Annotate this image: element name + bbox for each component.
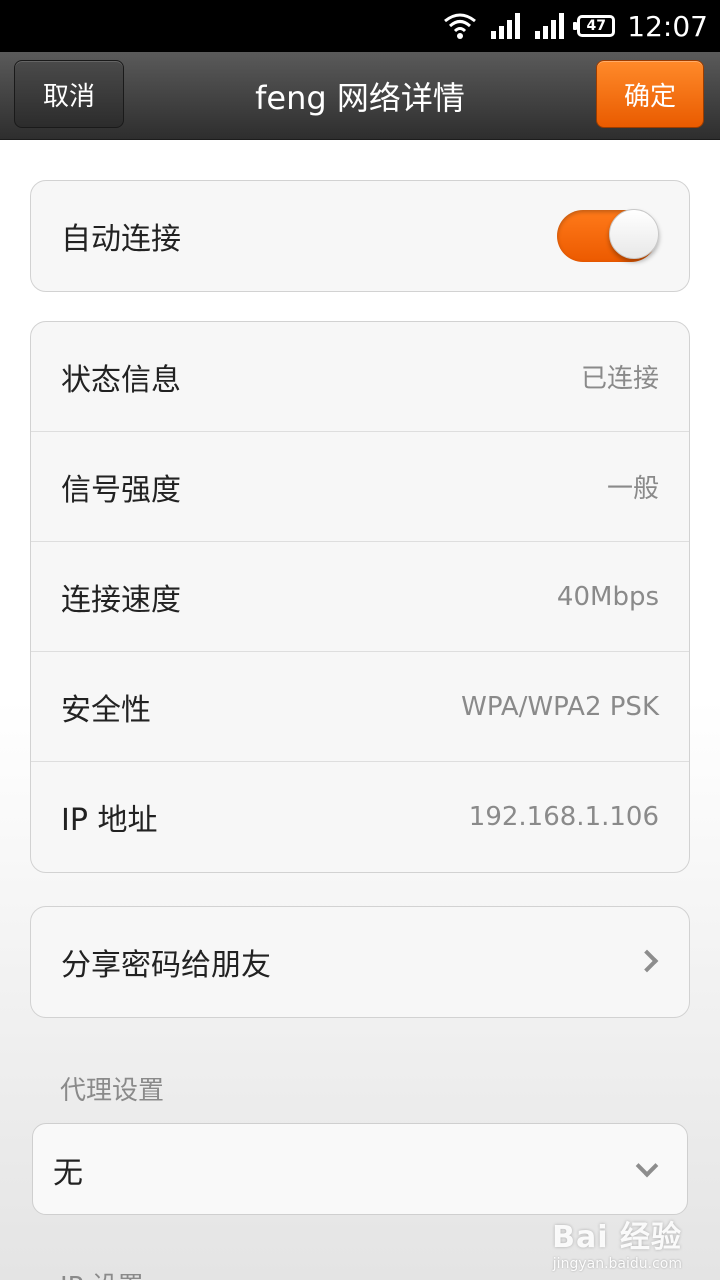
confirm-button[interactable]: 确定 <box>596 60 704 128</box>
signal-icon-sim1 <box>491 13 521 39</box>
detail-row-speed: 连接速度 40Mbps <box>31 542 689 652</box>
baidu-watermark: Bai 经验 jingyan.baidu.com <box>552 1212 682 1272</box>
ip-settings-section-label: IP 设置 <box>60 1266 144 1280</box>
detail-row-security: 安全性 WPA/WPA2 PSK <box>31 652 689 762</box>
watermark-url: jingyan.baidu.com <box>552 1256 682 1272</box>
signal-icon-sim2 <box>535 13 565 39</box>
toggle-knob[interactable] <box>609 209 659 259</box>
title-bar: 取消 feng 网络详情 确定 <box>0 52 720 140</box>
proxy-select[interactable]: 无 <box>32 1123 688 1215</box>
detail-label: 安全性 <box>61 692 151 728</box>
detail-label: IP 地址 <box>61 803 158 838</box>
battery-icon: 47 <box>573 15 616 37</box>
watermark-logo: Bai 经验 <box>552 1220 682 1255</box>
detail-row-ip: IP 地址 192.168.1.106 <box>31 762 689 872</box>
clock: 12:07 <box>627 9 708 43</box>
status-icons: 47 12:07 <box>443 6 708 46</box>
detail-value: 192.168.1.106 <box>468 802 659 832</box>
proxy-section-label: 代理设置 <box>60 1076 165 1106</box>
auto-connect-row[interactable]: 自动连接 <box>31 181 689 291</box>
network-details-card: 状态信息 已连接 信号强度 一般 连接速度 40Mbps 安全性 WPA/WPA… <box>30 321 690 873</box>
auto-connect-label: 自动连接 <box>61 222 181 257</box>
cancel-button[interactable]: 取消 <box>14 60 124 128</box>
proxy-selected-value: 无 <box>53 1156 83 1191</box>
auto-connect-toggle[interactable] <box>557 209 659 262</box>
detail-value: WPA/WPA2 PSK <box>461 691 659 722</box>
share-password-label: 分享密码给朋友 <box>61 948 271 983</box>
detail-value: 40Mbps <box>556 581 659 612</box>
detail-label: 连接速度 <box>61 582 181 618</box>
detail-label: 信号强度 <box>61 472 181 508</box>
chevron-down-icon <box>635 1154 659 1178</box>
detail-value: 已连接 <box>580 364 659 394</box>
share-password-card[interactable]: 分享密码给朋友 <box>30 906 690 1018</box>
detail-row-status: 状态信息 已连接 <box>31 322 689 432</box>
detail-value: 一般 <box>606 474 659 504</box>
battery-level: 47 <box>586 18 607 34</box>
share-password-row[interactable]: 分享密码给朋友 <box>31 907 689 1017</box>
detail-row-signal: 信号强度 一般 <box>31 432 689 542</box>
status-bar: 47 12:07 <box>0 0 720 52</box>
auto-connect-card: 自动连接 <box>30 180 690 292</box>
page-title: feng 网络详情 <box>255 79 465 117</box>
wifi-icon <box>444 13 477 39</box>
chevron-right-icon <box>635 949 659 973</box>
detail-label: 状态信息 <box>61 362 181 398</box>
